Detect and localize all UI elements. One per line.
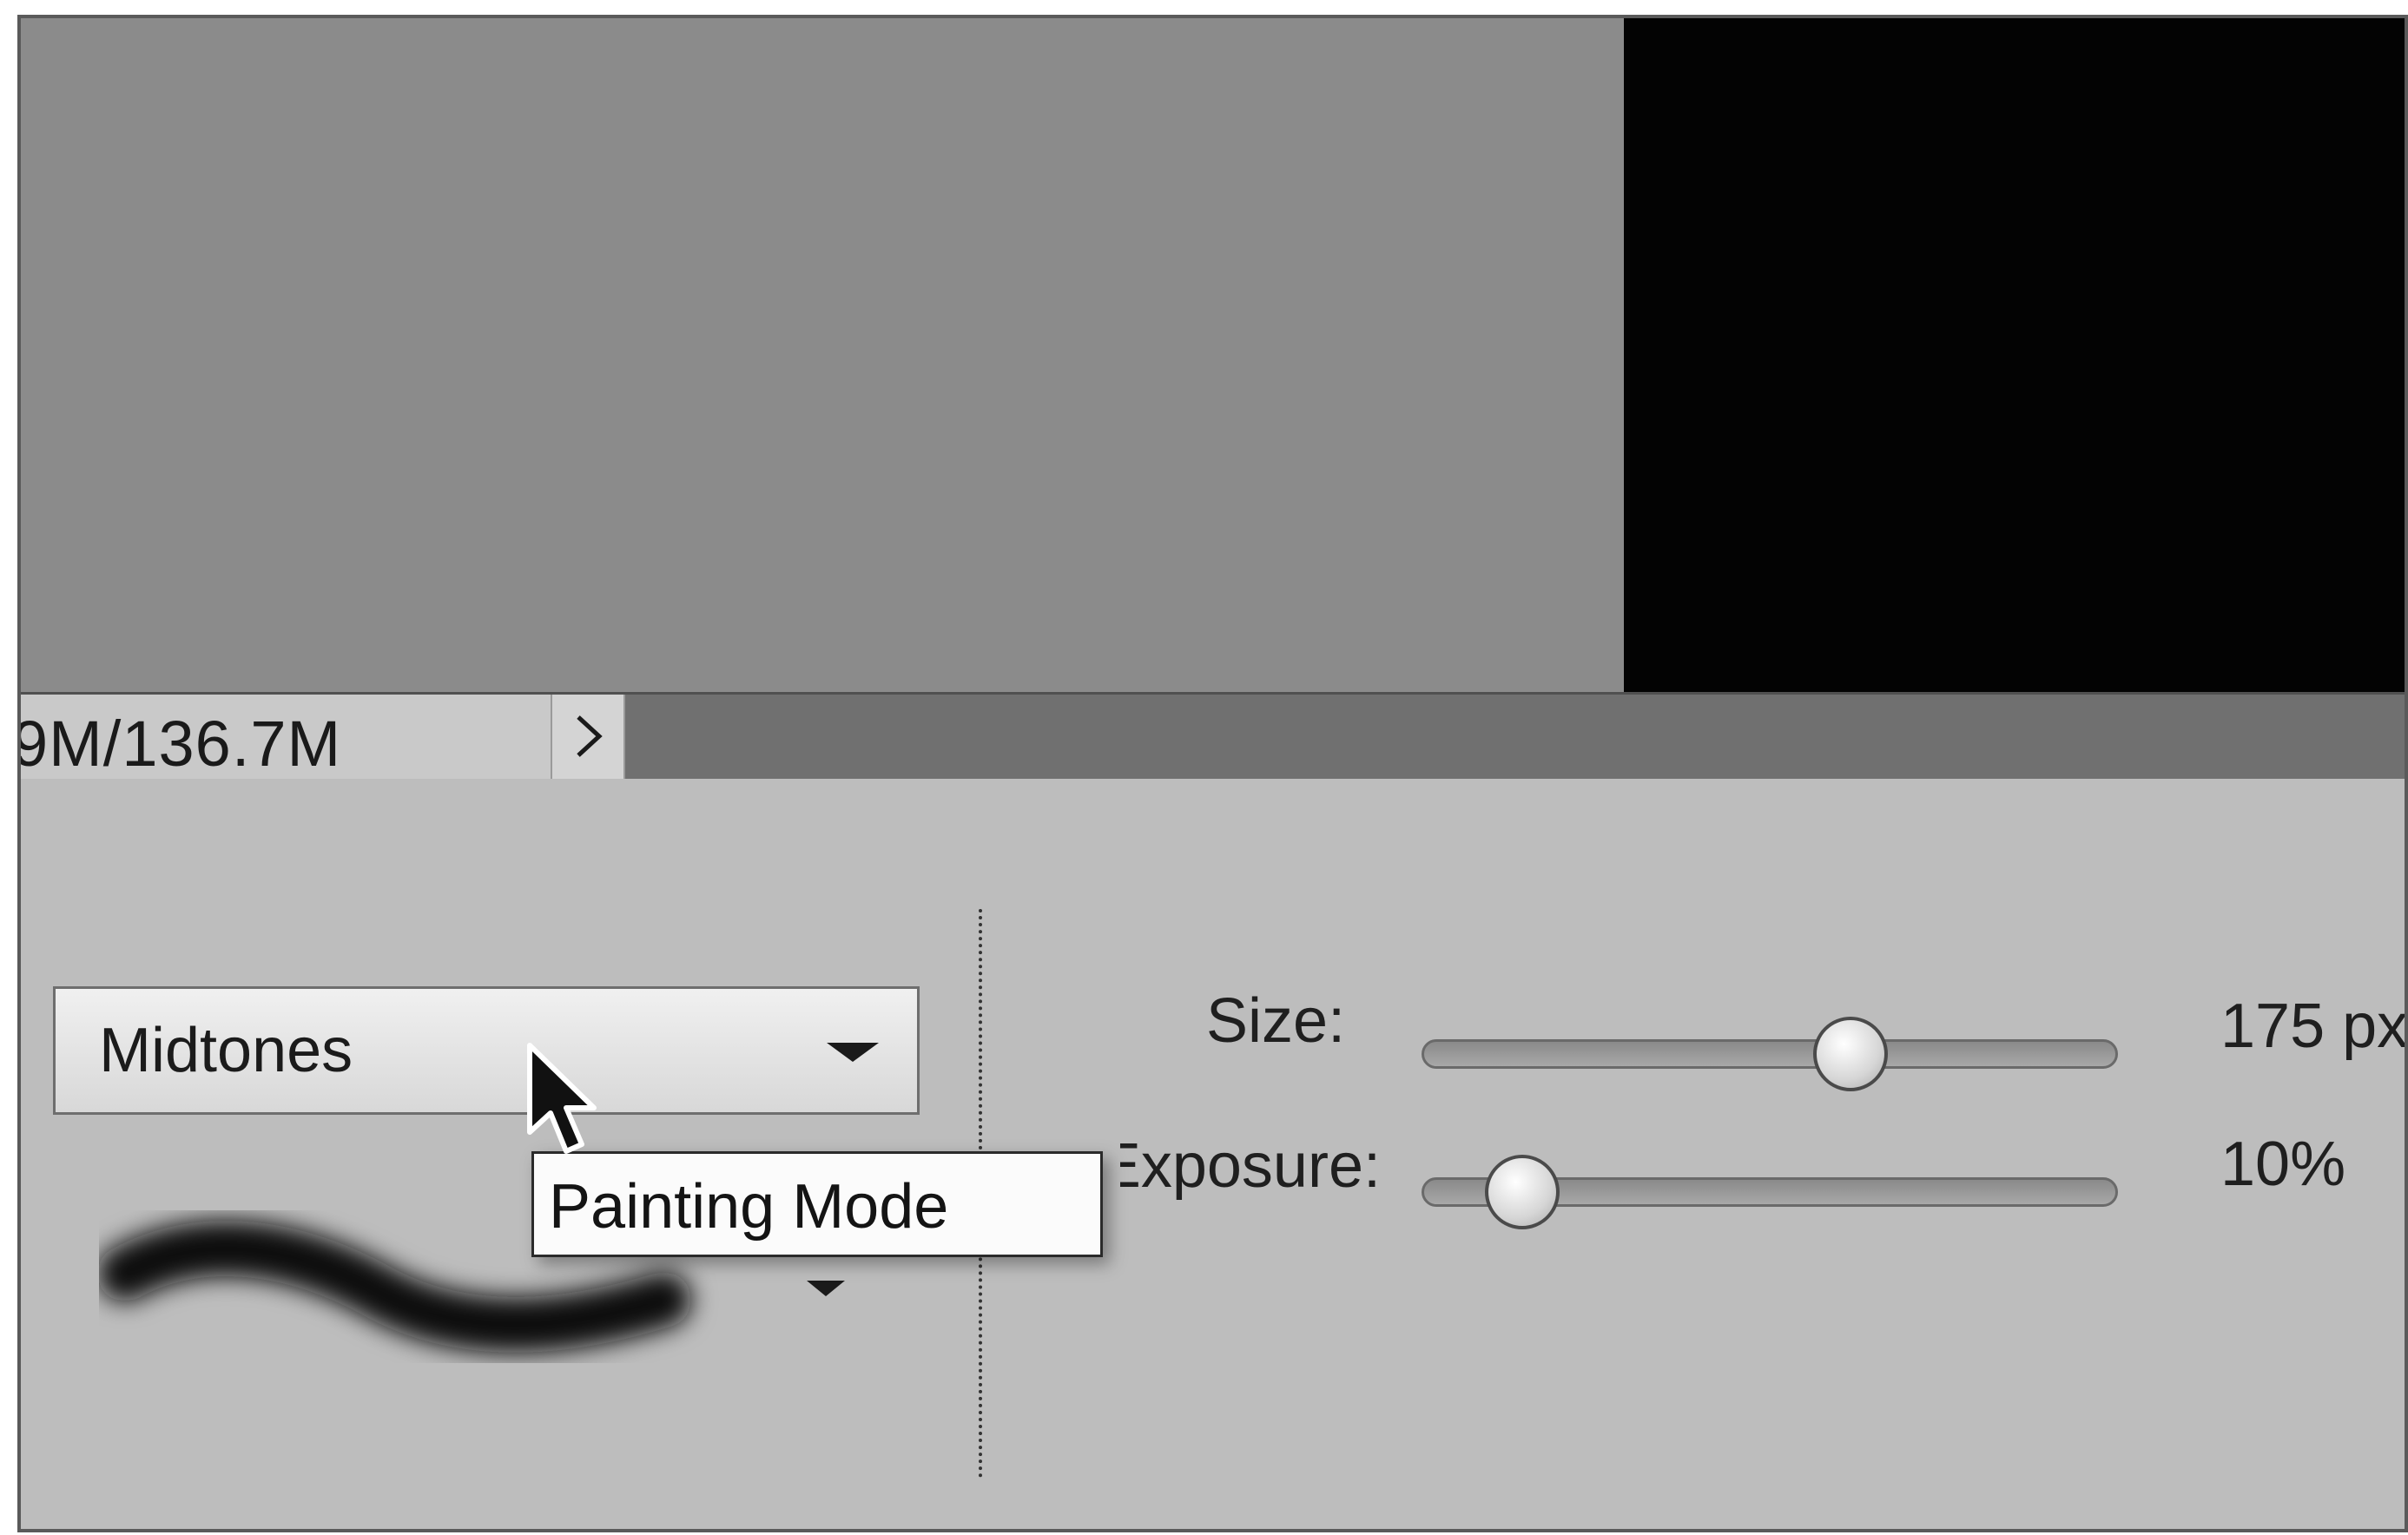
- chevron-down-icon: [827, 1043, 879, 1062]
- size-slider-thumb[interactable]: [1813, 1017, 1888, 1091]
- canvas-area-black[interactable]: [1624, 18, 2405, 692]
- tool-options-panel: Midtones Size: 175 px Exposure: 10%: [21, 779, 2405, 1529]
- size-label: Size:: [1206, 986, 1346, 1056]
- doc-size-field: 9M/136.7M: [21, 695, 551, 781]
- canvas-area-gray[interactable]: [21, 18, 1624, 692]
- app-window: 9M/136.7M Midtones Size: 175 px Exposure…: [17, 15, 2408, 1532]
- size-value[interactable]: 175 px: [2220, 991, 2405, 1062]
- size-slider-track[interactable]: [1422, 1039, 2118, 1069]
- tooltip-text: Painting Mode: [549, 1172, 949, 1242]
- painting-mode-value: Midtones: [99, 1016, 353, 1085]
- chevron-right-icon: [577, 715, 603, 757]
- doc-size-text: 9M/136.7M: [21, 708, 342, 780]
- exposure-slider-thumb[interactable]: [1485, 1155, 1560, 1229]
- mouse-pointer-icon: [527, 1043, 597, 1154]
- exposure-value[interactable]: 10%: [2220, 1129, 2345, 1200]
- exposure-label: Exposure:: [1120, 1131, 1381, 1201]
- status-menu-button[interactable]: [551, 695, 625, 779]
- painting-mode-tooltip: Painting Mode: [531, 1151, 1103, 1257]
- exposure-label-wrap: Exposure:: [1120, 1130, 1381, 1217]
- status-bar: 9M/136.7M: [21, 692, 2405, 781]
- painting-mode-select[interactable]: Midtones: [53, 986, 920, 1115]
- brush-picker-caret-icon[interactable]: [807, 1281, 845, 1296]
